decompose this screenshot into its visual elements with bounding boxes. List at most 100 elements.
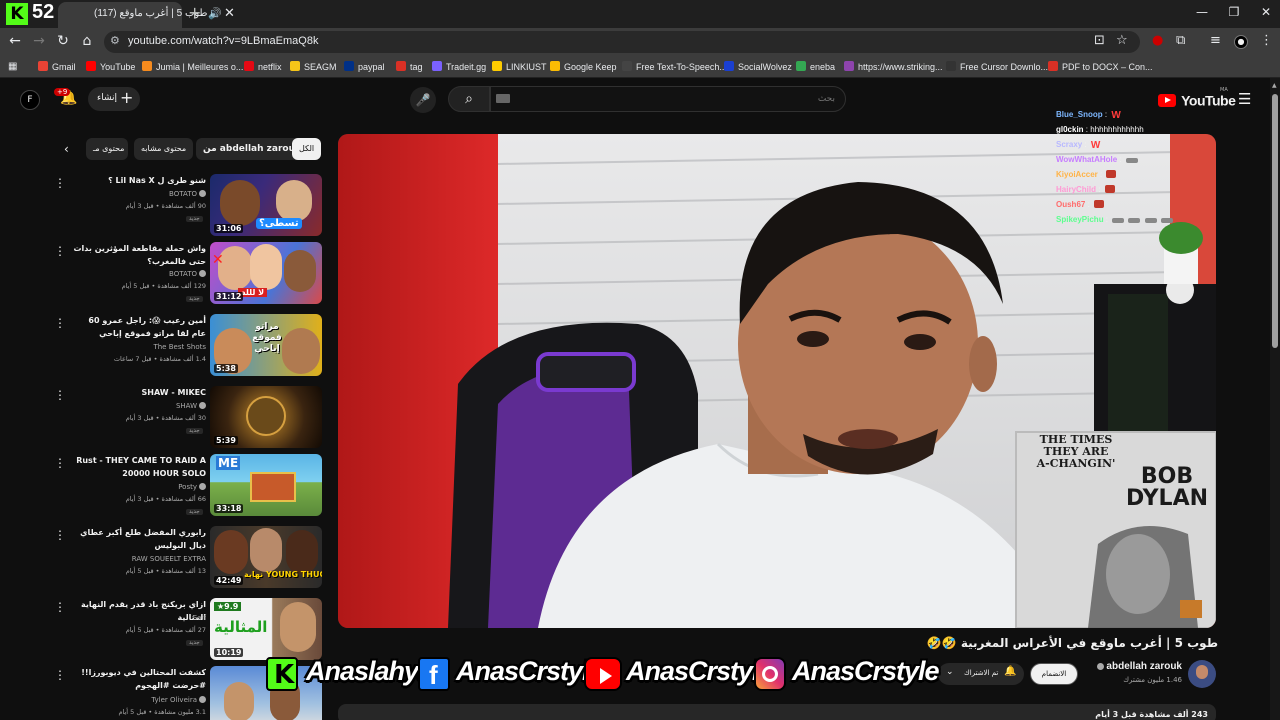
related-thumbnail[interactable]: تسطى؟ 31:06 (210, 174, 322, 236)
bookmark-google-keep[interactable]: Google Keep (550, 61, 617, 72)
more-options-icon[interactable]: ⋮ (54, 456, 66, 470)
more-options-icon[interactable]: ⋮ (54, 176, 66, 190)
related-thumbnail[interactable]: لا لللة ✕ 31:12 (210, 242, 322, 304)
extensions-puzzle-icon[interactable]: ⧉ (1176, 33, 1185, 48)
bookmark-paypal[interactable]: paypal (344, 61, 385, 72)
create-button[interactable]: إنشاء + (88, 87, 140, 111)
restore-icon[interactable]: ❐ (1224, 5, 1244, 19)
related-title[interactable]: Rust - THEY CAME TO RAID A 20000 HOUR SO… (72, 454, 206, 480)
scrollbar-thumb[interactable] (1272, 94, 1278, 348)
related-channel[interactable]: SHAW (72, 402, 206, 410)
close-tab-icon[interactable]: ✕ (224, 6, 235, 21)
related-video-7[interactable]: ⋮ ازاي بريكنج باد قدر يقدم النهاية المثا… (50, 598, 322, 664)
bookmark-socialwolvez[interactable]: SocialWolvez (724, 61, 792, 72)
related-video-4[interactable]: ⋮ SHAW - MIKEC SHAW 30 ألف مشاهدة • قبل … (50, 386, 322, 452)
bookmark-netflix[interactable]: netflix (244, 61, 282, 72)
related-video-6[interactable]: ⋮ رابوري المفضل طلع أكبر عطاي ديال البول… (50, 526, 322, 592)
related-meta: 30 ألف مشاهدة • قبل 3 أيام (125, 414, 206, 422)
search-icon[interactable]: ⌕ (448, 86, 490, 112)
bookmark-tts[interactable]: Free Text-To-Speech... (622, 61, 727, 72)
browser-tab-active[interactable]: (117) طوب 5 | أغرب ماوقع 🔊 ✕ (58, 2, 235, 28)
more-options-icon[interactable]: ⋮ (54, 388, 66, 402)
bookmark-eneba[interactable]: eneba (796, 61, 835, 72)
related-thumbnail[interactable]: نهاية YOUNG THUG 42:49 (210, 526, 322, 588)
related-channel[interactable]: BOTATO (72, 190, 206, 198)
bookmark-star-icon[interactable]: ☆ (1116, 33, 1128, 48)
related-channel[interactable]: Tyler Oliveira (72, 696, 206, 704)
related-thumbnail[interactable]: ★9.9 المثالية 10:19 (210, 598, 322, 660)
account-avatar[interactable]: F (20, 90, 40, 110)
related-video-5[interactable]: ⋮ Rust - THEY CAME TO RAID A 20000 HOUR … (50, 454, 322, 520)
related-channel[interactable]: BOTATO (72, 270, 206, 278)
bookmark-cursor[interactable]: Free Cursor Downlo... (946, 61, 1048, 72)
keyboard-icon[interactable] (496, 94, 510, 103)
bookmark-gmail[interactable]: Gmail (38, 61, 76, 72)
chip-similar[interactable]: محتوى مشابه (134, 138, 194, 160)
profile-avatar[interactable]: ● (1234, 35, 1248, 49)
back-icon[interactable]: ← (6, 33, 24, 49)
bookmark-pdf-docx[interactable]: PDF to DOCX – Con... (1048, 61, 1153, 72)
related-thumbnail[interactable]: 5:39 (210, 386, 322, 448)
more-options-icon[interactable]: ⋮ (54, 668, 66, 682)
related-channel[interactable]: Posty (72, 483, 206, 491)
menu-kebab-icon[interactable]: ⋮ (1260, 33, 1273, 48)
join-button[interactable]: الانضمام (1030, 663, 1078, 685)
related-video-3[interactable]: ⋮ أمين رعيب 😱: راجل عمرو 60 عام لقا مرات… (50, 314, 322, 380)
reading-list-icon[interactable]: ≡ (1210, 33, 1221, 48)
bookmark-striking[interactable]: https://www.striking... (844, 61, 943, 72)
related-title[interactable]: كشفت المحتالين في ديوبورزا!! #حرضت #الهج… (72, 666, 206, 692)
related-title[interactable]: رابوري المفضل طلع أكبر عطاي ديال البوليس (72, 526, 206, 552)
related-thumbnail[interactable]: ME 33:18 (210, 454, 322, 516)
youtube-logo[interactable]: YouTube MA (1158, 87, 1236, 109)
create-label: إنشاء (97, 93, 118, 103)
hamburger-menu-icon[interactable]: ☰ (1238, 90, 1251, 108)
bookmark-tag[interactable]: tag (396, 61, 423, 72)
subscribed-button[interactable]: ⌄ تم الاشتراك 🔔 (938, 663, 1024, 685)
duration-badge: 31:12 (214, 292, 244, 301)
related-video-2[interactable]: ⋮ واش حملة مقاطعة المؤثرين بدات حتى فالم… (50, 242, 322, 308)
channel-name[interactable]: abdellah zarouk (1080, 661, 1182, 672)
more-options-icon[interactable]: ⋮ (54, 244, 66, 258)
bookmark-jumia[interactable]: Jumia | Meilleures o... (142, 61, 243, 72)
related-channel[interactable]: Saif (72, 614, 206, 622)
reload-icon[interactable]: ↻ (54, 33, 72, 49)
microphone-icon[interactable]: 🎤 (410, 87, 436, 113)
site-info-icon[interactable]: ⚙ (110, 34, 120, 47)
bookmark-tradeit[interactable]: Tradeit.gg (432, 61, 486, 72)
extension-red-icon[interactable]: ● (1152, 33, 1163, 48)
home-icon[interactable]: ⌂ (78, 33, 96, 49)
description-box[interactable]: 243 ألف مشاهدة قبل 3 أيام (338, 704, 1216, 720)
related-channel[interactable]: RAW SOUEELT EXTRA (72, 555, 206, 563)
chat-message: gl0ckin : hhhhhhhhhhhh (1056, 125, 1144, 134)
channel-avatar[interactable] (1188, 660, 1216, 688)
related-channel[interactable]: The Best Shots (72, 343, 206, 351)
new-tab-button[interactable]: + (188, 3, 201, 22)
bookmark-youtube[interactable]: YouTube (86, 61, 135, 72)
related-title[interactable]: شنو طرى ل Lil Nas X ؟ (72, 174, 206, 187)
avatar-face (1196, 665, 1208, 679)
related-thumbnail[interactable]: مراتو فموقع إباحي 5:38 (210, 314, 322, 376)
forward-icon[interactable]: → (30, 33, 48, 49)
related-title[interactable]: أمين رعيب 😱: راجل عمرو 60 عام لقا مراتو … (72, 314, 206, 340)
thumb-face-right (286, 530, 318, 574)
bookmark-linkiust[interactable]: LINKIUST (492, 61, 547, 72)
address-bar[interactable]: ⚙ youtube.com/watch?v=9LBmaEmaQ8k ⊡ ☆ (104, 31, 1140, 53)
more-options-icon[interactable]: ⋮ (54, 316, 66, 330)
minimize-icon[interactable]: — (1192, 5, 1212, 19)
related-video-1[interactable]: ⋮ شنو طرى ل Lil Nas X ؟ BOTATO 90 ألف مش… (50, 174, 322, 240)
install-app-icon[interactable]: ⊡ (1094, 33, 1105, 48)
related-title[interactable]: واش حملة مقاطعة المؤثرين بدات حتى فالمغر… (72, 242, 206, 268)
speaker-icon[interactable]: 🔊 (208, 7, 222, 20)
bookmark-seagm[interactable]: SEAGM (290, 61, 337, 72)
window-close-icon[interactable]: ✕ (1256, 5, 1276, 19)
chevron-left-icon[interactable]: ‹ (64, 142, 69, 156)
more-options-icon[interactable]: ⋮ (54, 600, 66, 614)
verified-icon (1097, 663, 1105, 670)
chip-all[interactable]: الكل (292, 138, 322, 160)
search-input[interactable] (490, 86, 846, 112)
related-title[interactable]: SHAW - MIKEC (72, 386, 206, 399)
more-options-icon[interactable]: ⋮ (54, 528, 66, 542)
chip-related[interactable]: محتوى مـ (86, 138, 128, 160)
apps-grid-icon[interactable]: ▦ (8, 61, 17, 72)
scroll-up-icon[interactable]: ▲ (1272, 82, 1277, 89)
